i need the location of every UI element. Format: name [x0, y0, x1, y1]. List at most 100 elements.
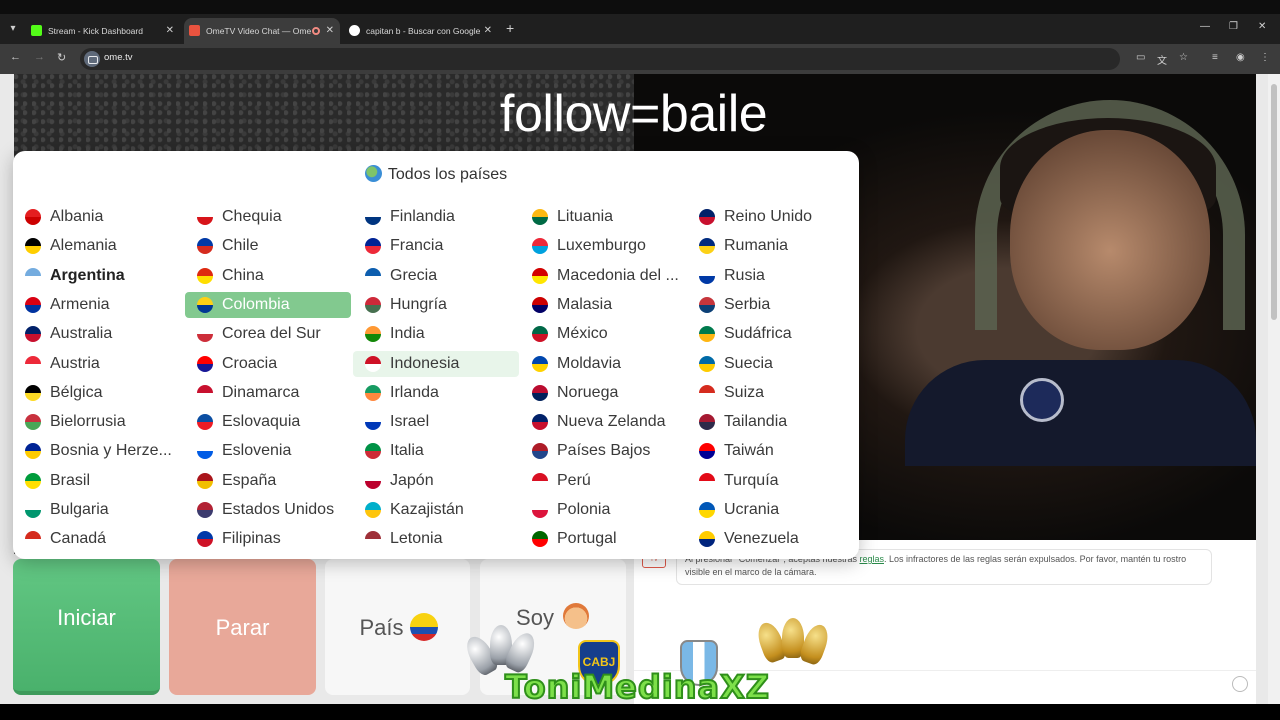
page-scrollbar-thumb[interactable]	[1271, 84, 1277, 320]
country-option[interactable]: Rumania	[687, 233, 853, 259]
country-option[interactable]: Tailandia	[687, 409, 853, 435]
reload-icon[interactable]: ↻	[57, 51, 66, 64]
country-option[interactable]: Países Bajos	[520, 438, 686, 464]
minimize-icon[interactable]: —	[1200, 21, 1210, 32]
country-option[interactable]: Polonia	[520, 497, 686, 523]
country-option[interactable]: India	[353, 321, 519, 347]
country-option[interactable]: Finlandia	[353, 204, 519, 230]
country-option[interactable]: Macedonia del ...	[520, 263, 686, 289]
country-option[interactable]: Austria	[13, 351, 179, 377]
country-option[interactable]: Italia	[353, 438, 519, 464]
country-option[interactable]: Croacia	[185, 351, 351, 377]
emoji-icon[interactable]	[1232, 676, 1248, 692]
tab-kick-dashboard[interactable]: Stream - Kick Dashboard ✕	[26, 18, 180, 44]
country-option[interactable]: Bosnia y Herze...	[13, 438, 179, 464]
profile-icon[interactable]: ◉	[1236, 52, 1245, 63]
address-bar[interactable]: ome.tv	[80, 48, 1120, 70]
close-icon[interactable]: ✕	[166, 18, 174, 44]
country-option[interactable]: Sudáfrica	[687, 321, 853, 347]
country-option[interactable]: Japón	[353, 468, 519, 494]
country-option[interactable]: Filipinas	[185, 526, 351, 552]
start-button[interactable]: Iniciar	[13, 559, 160, 695]
country-option[interactable]: Suiza	[687, 380, 853, 406]
country-name: Polonia	[557, 501, 611, 518]
new-tab-icon[interactable]: +	[506, 20, 514, 36]
menu-icon[interactable]: ⋮	[1260, 52, 1270, 63]
country-option[interactable]: Chile	[185, 233, 351, 259]
country-option[interactable]: Turquía	[687, 468, 853, 494]
country-option[interactable]: Colombia	[185, 291, 351, 318]
country-option[interactable]: Noruega	[520, 380, 686, 406]
country-option[interactable]: Moldavia	[520, 351, 686, 377]
country-flag-icon	[532, 531, 548, 548]
window-close-icon[interactable]: ✕	[1258, 21, 1266, 32]
country-flag-icon	[532, 326, 548, 343]
country-option[interactable]: Estados Unidos	[185, 497, 351, 523]
country-option[interactable]: Nueva Zelanda	[520, 409, 686, 435]
bookmark-star-icon[interactable]: ☆	[1179, 52, 1188, 63]
translate-icon[interactable]: 文	[1157, 52, 1167, 67]
rules-link[interactable]: reglas	[859, 554, 884, 564]
country-option[interactable]: Luxemburgo	[520, 233, 686, 259]
country-option[interactable]: Malasia	[520, 292, 686, 318]
country-option[interactable]: Venezuela	[687, 526, 853, 552]
country-name: Noruega	[557, 383, 619, 401]
country-option[interactable]: Israel	[353, 409, 519, 435]
tab-ometv[interactable]: OmeTV Video Chat — Ome ✕	[184, 18, 340, 44]
country-name: Países Bajos	[557, 442, 651, 460]
country-option[interactable]: Hungría	[353, 292, 519, 318]
country-option[interactable]: Dinamarca	[185, 380, 351, 406]
country-option[interactable]: Reino Unido	[687, 204, 853, 230]
country-option[interactable]: Irlanda	[353, 380, 519, 406]
country-option[interactable]: Suecia	[687, 351, 853, 377]
country-filter-button[interactable]: País	[325, 559, 470, 695]
country-option[interactable]: Lituania	[520, 204, 686, 230]
country-option[interactable]: Indonesia	[353, 350, 519, 377]
tab-title: capitan b - Buscar con Google	[366, 26, 481, 36]
close-icon[interactable]: ✕	[484, 18, 492, 44]
forward-icon[interactable]: →	[34, 51, 45, 63]
site-info-icon[interactable]	[84, 51, 100, 67]
stop-button[interactable]: Parar	[169, 559, 316, 695]
country-option[interactable]: Canadá	[13, 526, 179, 552]
back-icon[interactable]: ←	[10, 51, 21, 63]
country-flag-icon	[365, 267, 381, 284]
country-option[interactable]: Serbia	[687, 292, 853, 318]
country-option[interactable]: China	[185, 263, 351, 289]
country-option[interactable]: Australia	[13, 321, 179, 347]
country-name: Chequia	[222, 208, 282, 225]
country-option[interactable]: Albania	[13, 204, 179, 230]
country-option[interactable]: Brasil	[13, 468, 179, 494]
all-countries-option[interactable]: Todos los países	[13, 165, 859, 184]
country-option[interactable]: Argentina	[13, 263, 179, 289]
cast-icon[interactable]: ▭	[1136, 52, 1145, 63]
country-option[interactable]: Alemania	[13, 233, 179, 259]
country-option[interactable]: Eslovenia	[185, 438, 351, 464]
country-name: Brasil	[50, 471, 91, 489]
tab-google-search[interactable]: capitan b - Buscar con Google ✕	[344, 18, 498, 44]
country-option[interactable]: Bielorrusia	[13, 409, 179, 435]
country-option[interactable]: Perú	[520, 468, 686, 494]
country-option[interactable]: España	[185, 468, 351, 494]
country-option[interactable]: Armenia	[13, 292, 179, 318]
country-option[interactable]: Bélgica	[13, 380, 179, 406]
country-name: Suiza	[724, 383, 765, 401]
country-option[interactable]: Portugal	[520, 526, 686, 552]
country-option[interactable]: Chequia	[185, 204, 351, 230]
country-option[interactable]: Ucrania	[687, 497, 853, 523]
country-option[interactable]: México	[520, 321, 686, 347]
country-name: Turquía	[724, 471, 779, 489]
media-icon[interactable]: ≡	[1212, 52, 1218, 63]
country-option[interactable]: Kazajistán	[353, 497, 519, 523]
country-option[interactable]: Bulgaria	[13, 497, 179, 523]
close-icon[interactable]: ✕	[326, 18, 334, 44]
country-option[interactable]: Francia	[353, 233, 519, 259]
tab-search-icon[interactable]: ▾	[6, 22, 20, 36]
country-option[interactable]: Letonia	[353, 526, 519, 552]
country-option[interactable]: Taiwán	[687, 438, 853, 464]
country-option[interactable]: Rusia	[687, 263, 853, 289]
country-option[interactable]: Eslovaquia	[185, 409, 351, 435]
maximize-icon[interactable]: ❐	[1229, 21, 1238, 32]
country-option[interactable]: Corea del Sur	[185, 321, 351, 347]
country-option[interactable]: Grecia	[353, 263, 519, 289]
